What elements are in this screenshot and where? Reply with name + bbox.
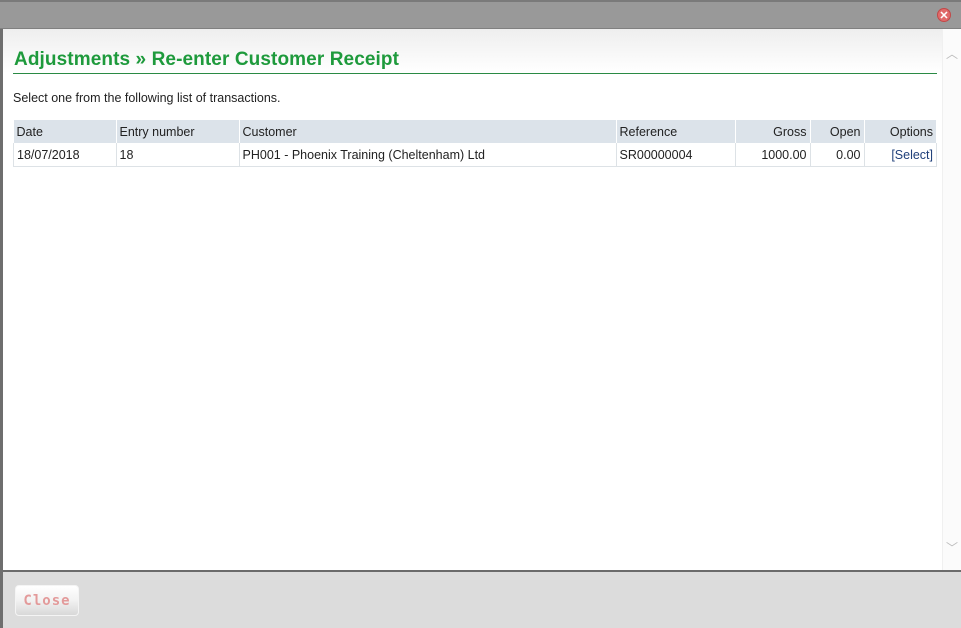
dialog-titlebar: ✕ bbox=[0, 0, 961, 29]
table-row: 18/07/2018 18 PH001 - Phoenix Training (… bbox=[13, 143, 937, 167]
close-button[interactable]: Close bbox=[15, 585, 79, 616]
cell-options: [Select] bbox=[864, 143, 937, 167]
dialog-body: Adjustments » Re-enter Customer Receipt … bbox=[3, 29, 961, 570]
cell-open: 0.00 bbox=[810, 143, 865, 167]
title-divider bbox=[13, 73, 937, 74]
column-header-customer: Customer bbox=[239, 120, 617, 143]
column-header-options: Options bbox=[864, 120, 937, 143]
transactions-table: Date Entry number Customer Reference Gro… bbox=[13, 120, 937, 167]
column-header-open: Open bbox=[810, 120, 865, 143]
page-title: Adjustments » Re-enter Customer Receipt bbox=[14, 49, 400, 70]
cell-entry-number: 18 bbox=[116, 143, 240, 167]
column-header-date: Date bbox=[13, 120, 117, 143]
select-link[interactable]: [Select] bbox=[891, 148, 933, 162]
close-circle-icon[interactable]: ✕ bbox=[937, 8, 951, 22]
instruction-text: Select one from the following list of tr… bbox=[13, 91, 281, 105]
vertical-scrollbar[interactable]: ︿ ﹀ bbox=[942, 29, 961, 570]
cell-date: 18/07/2018 bbox=[13, 143, 117, 167]
column-header-gross: Gross bbox=[735, 120, 811, 143]
cell-gross: 1000.00 bbox=[735, 143, 811, 167]
column-header-entry-number: Entry number bbox=[116, 120, 240, 143]
scroll-up-icon[interactable]: ︿ bbox=[946, 45, 958, 62]
cell-reference: SR00000004 bbox=[616, 143, 736, 167]
dialog-footer: Close bbox=[3, 570, 961, 628]
column-header-reference: Reference bbox=[616, 120, 736, 143]
table-header-row: Date Entry number Customer Reference Gro… bbox=[13, 120, 937, 143]
scroll-down-icon[interactable]: ﹀ bbox=[946, 539, 958, 556]
cell-customer: PH001 - Phoenix Training (Cheltenham) Lt… bbox=[239, 143, 617, 167]
